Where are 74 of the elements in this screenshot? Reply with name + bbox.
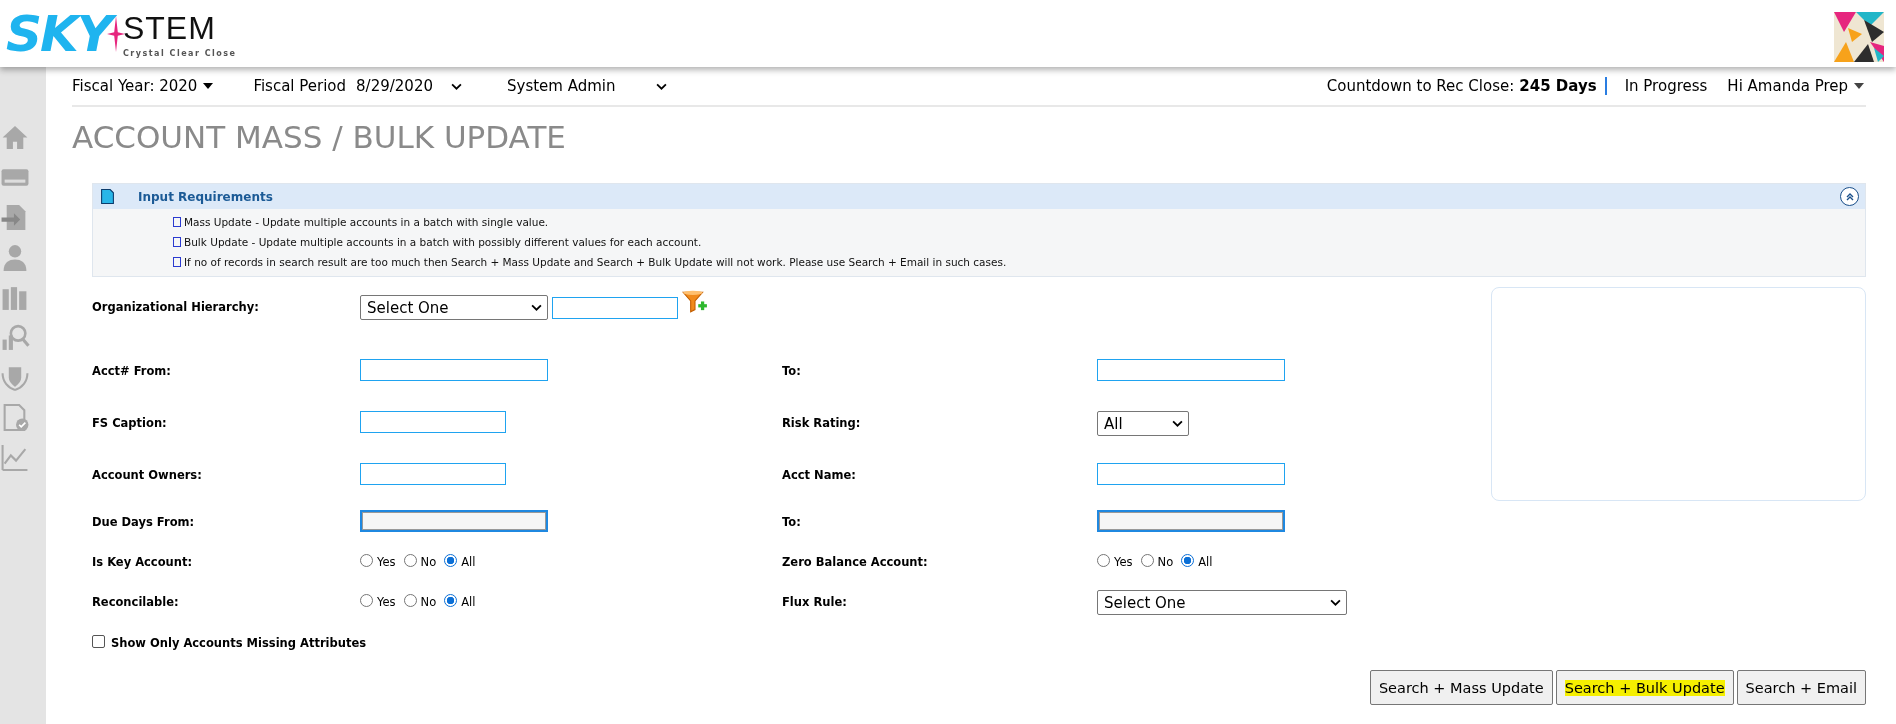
chevron-down-icon (531, 304, 542, 311)
collapse-button[interactable] (1840, 187, 1859, 206)
requirement-text: If no of records in search result are too much then Search + Mass Update and Search + Bulk Update will not work. Please use Search + Email in such cases. (184, 256, 1007, 268)
field-label: Acct# From: (92, 363, 172, 378)
requirement-text: Mass Update - Update multiple accounts in a batch with single value. (184, 216, 549, 228)
radio-label: Yes (1114, 555, 1133, 569)
text-input-field[interactable] (1097, 463, 1285, 485)
line-chart-icon[interactable] (0, 443, 30, 472)
double-chevron-icon (1844, 191, 1855, 202)
search-button[interactable]: Search + Bulk Update (1555, 670, 1734, 705)
radio-button[interactable] (403, 594, 417, 607)
radio-button[interactable] (360, 594, 373, 607)
requirement-text: Bulk Update - Update multiple accounts in a batch with possibly different values for each account. (184, 236, 702, 248)
text-input-field[interactable] (1097, 359, 1285, 381)
radio-label: Yes (377, 555, 396, 569)
field-label: Flux Rule: (782, 594, 848, 609)
org-select[interactable]: Select One (360, 295, 548, 320)
checkbox-label: Show Only Accounts Missing Attributes (111, 636, 367, 650)
panel-title: Input Requirements (138, 189, 273, 204)
radio-button[interactable] (1140, 554, 1154, 567)
chart-search-icon[interactable] (0, 323, 30, 352)
radio-label: No (420, 595, 437, 609)
radio-button[interactable] (403, 554, 417, 567)
caret-icon (1854, 83, 1864, 89)
checkbox[interactable] (92, 634, 105, 648)
chevron-down-icon (1172, 420, 1183, 427)
bullet-icon (173, 217, 181, 227)
dropdown-select[interactable]: All (1097, 411, 1189, 436)
field-label: Reconcilable: (92, 594, 180, 609)
role-dropdown[interactable]: System Admin (507, 77, 667, 95)
status-text: In Progress (1624, 77, 1708, 95)
radio-label: No (1157, 555, 1174, 569)
chevron-down-icon (656, 82, 667, 90)
radio-button[interactable] (444, 554, 458, 567)
radio-label: All (1198, 555, 1213, 569)
field-label: FS Caption: (92, 415, 168, 430)
radio-label: All (461, 555, 476, 569)
radio-button[interactable] (444, 594, 458, 607)
filter-add-icon[interactable] (682, 289, 708, 315)
radio-label: Yes (377, 595, 396, 609)
dropdown-select[interactable]: Select One (1097, 590, 1347, 615)
page-title: ACCOUNT MASS / BULK UPDATE (72, 119, 567, 157)
field-label: Account Owners: (92, 467, 203, 482)
bullet-icon (173, 257, 181, 267)
bullet-icon (173, 237, 181, 247)
field-label: Acct Name: (782, 467, 857, 482)
radio-label: All (461, 595, 476, 609)
field-label: To: (782, 363, 802, 378)
radio-button[interactable] (1181, 554, 1195, 567)
fiscal-period-label: Fiscal Period (253, 77, 347, 95)
field-label: To: (782, 514, 802, 529)
field-label: Organizational Hierarchy: (92, 299, 260, 314)
text-input-field[interactable] (360, 463, 506, 485)
field-label: Risk Rating: (782, 415, 862, 430)
countdown-value: 245 Days (1519, 77, 1607, 95)
radio-button[interactable] (1097, 554, 1110, 567)
field-label: Is Key Account: (92, 554, 194, 569)
document-icon (101, 189, 114, 204)
countdown-label: Countdown to Rec Close: (1326, 77, 1515, 95)
chevron-down-icon (451, 82, 462, 90)
fiscal-period-dropdown[interactable]: 8/29/2020 (356, 77, 462, 95)
field-label: Due Days From: (92, 514, 196, 529)
fiscal-year-dropdown[interactable]: Fiscal Year: 2020 (72, 77, 214, 95)
search-button[interactable]: Search + Mass Update (1369, 670, 1553, 705)
search-button[interactable]: Search + Email (1736, 670, 1866, 705)
field-label: Zero Balance Account: (782, 554, 929, 569)
user-menu[interactable]: Hi Amanda Prep (1727, 77, 1864, 95)
caret-icon (203, 83, 214, 89)
org-input-field[interactable] (552, 297, 678, 319)
radio-label: No (420, 555, 437, 569)
radio-button[interactable] (360, 554, 373, 567)
chevron-down-icon (1330, 599, 1341, 606)
text-input-field[interactable] (360, 411, 506, 433)
text-input-field[interactable] (360, 359, 548, 381)
